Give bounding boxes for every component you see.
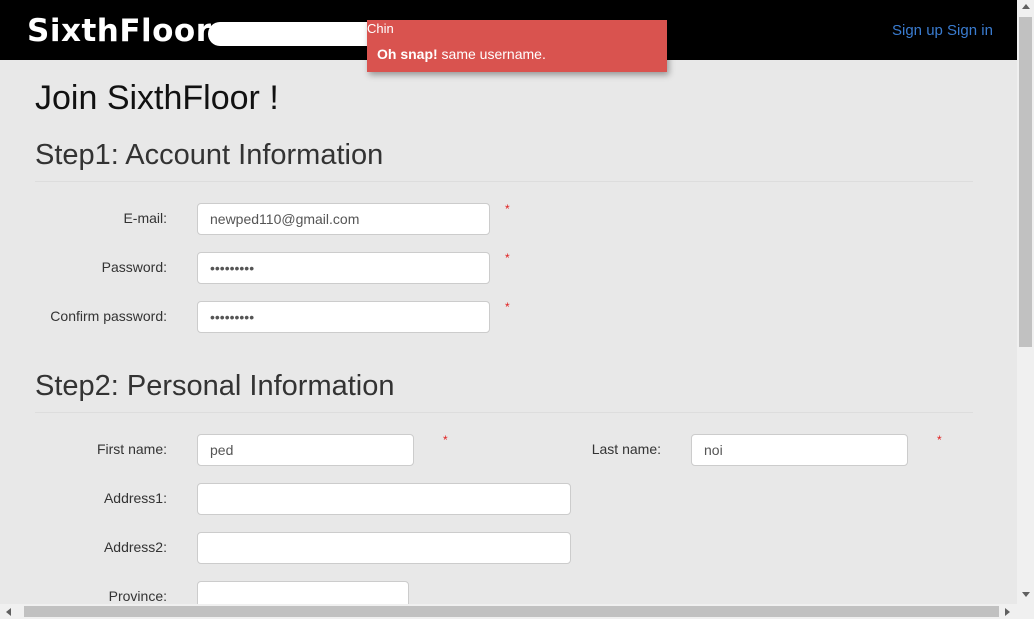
email-label: E-mail: xyxy=(123,210,167,226)
first-name-required-mark: * xyxy=(443,433,448,447)
province-label: Province: xyxy=(108,588,167,604)
alert-title: Chin xyxy=(367,21,394,36)
nav-links: Sign up Sign in xyxy=(892,22,993,39)
horizontal-scrollbar[interactable] xyxy=(0,604,1017,619)
step1-heading: Step1: Account Information xyxy=(35,139,384,171)
alert-message: Oh snap! same username. xyxy=(377,46,546,62)
signin-link[interactable]: Sign in xyxy=(947,22,993,39)
last-name-label: Last name: xyxy=(591,441,661,457)
vertical-scroll-thumb[interactable] xyxy=(1019,17,1032,347)
alert-strong-text: Oh snap! xyxy=(377,46,438,62)
last-name-required-mark: * xyxy=(937,433,942,447)
scroll-left-arrow-icon[interactable] xyxy=(6,608,11,616)
email-field[interactable]: newped110@gmail.com xyxy=(197,203,490,235)
horizontal-scroll-thumb[interactable] xyxy=(24,606,999,617)
confirm-password-label: Confirm password: xyxy=(50,308,167,324)
signup-link[interactable]: Sign up xyxy=(892,22,943,39)
error-alert: Chin Oh snap! same username. xyxy=(367,20,667,72)
step2-heading: Step2: Personal Information xyxy=(35,370,395,402)
page-title: Join SixthFloor ! xyxy=(35,79,279,117)
address2-label: Address2: xyxy=(103,539,167,555)
scroll-right-arrow-icon[interactable] xyxy=(1005,608,1010,616)
first-name-field[interactable]: ped xyxy=(197,434,414,466)
password-label: Password: xyxy=(101,259,167,275)
alert-message-text: same username. xyxy=(437,46,546,62)
scroll-down-arrow-icon[interactable] xyxy=(1022,592,1030,597)
address2-field[interactable] xyxy=(197,532,571,564)
email-required-mark: * xyxy=(505,202,510,216)
confirm-password-required-mark: * xyxy=(505,300,510,314)
confirm-password-field[interactable]: ••••••••• xyxy=(197,301,490,333)
vertical-scrollbar[interactable] xyxy=(1017,0,1034,604)
scrollbar-corner xyxy=(1017,604,1034,619)
address1-label: Address1: xyxy=(103,490,167,506)
first-name-label: First name: xyxy=(96,441,167,457)
province-field[interactable] xyxy=(197,581,409,604)
step1-divider xyxy=(35,181,973,182)
main-content: Join SixthFloor ! Step1: Account Informa… xyxy=(0,60,1017,604)
scroll-up-arrow-icon[interactable] xyxy=(1022,4,1030,9)
step2-divider xyxy=(35,412,973,413)
password-field[interactable]: ••••••••• xyxy=(197,252,490,284)
password-required-mark: * xyxy=(505,251,510,265)
nav-search-input[interactable] xyxy=(208,22,383,46)
last-name-field[interactable]: noi xyxy=(691,434,908,466)
address1-field[interactable] xyxy=(197,483,571,515)
brand-logo[interactable]: SixthFloor xyxy=(27,13,212,49)
